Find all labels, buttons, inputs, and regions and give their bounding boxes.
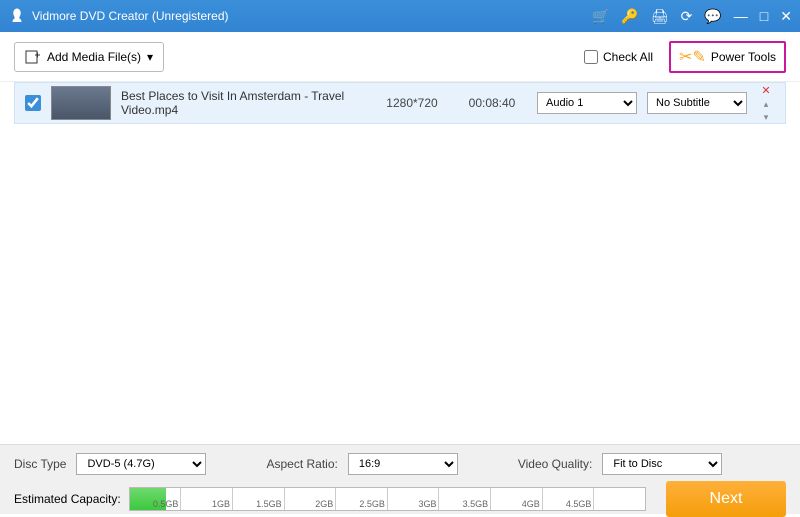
resolution: 1280*720 (377, 96, 447, 110)
key-icon[interactable]: 🔑 (621, 8, 638, 25)
check-all-label: Check All (603, 50, 653, 64)
disc-type-label: Disc Type (14, 457, 66, 471)
subtitle-select[interactable]: No Subtitle (647, 92, 747, 114)
aspect-ratio-select[interactable]: 16:9 (348, 453, 458, 475)
app-logo-icon (8, 7, 26, 25)
duration: 00:08:40 (457, 96, 527, 110)
capacity-ticks: 0.5GB 1GB 1.5GB 2GB 2.5GB 3GB 3.5GB 4GB … (130, 488, 645, 510)
cart-icon[interactable]: 🛒 (592, 8, 609, 25)
add-media-button[interactable]: Add Media File(s) ▾ (14, 42, 164, 72)
feedback-icon[interactable]: 💬 (704, 8, 721, 25)
video-quality-label: Video Quality: (518, 457, 593, 471)
disc-type-select[interactable]: DVD-5 (4.7G) (76, 453, 206, 475)
minimize-icon[interactable]: — (734, 8, 748, 25)
media-list: Best Places to Visit In Amsterdam - Trav… (0, 82, 800, 444)
power-tools-label: Power Tools (711, 50, 776, 64)
move-down-icon[interactable]: ▾ (764, 112, 769, 123)
aspect-ratio-label: Aspect Ratio: (266, 457, 337, 471)
audio-select[interactable]: Audio 1 (537, 92, 637, 114)
check-all-box[interactable] (584, 50, 598, 64)
capacity-bar: 0.5GB 1GB 1.5GB 2GB 2.5GB 3GB 3.5GB 4GB … (129, 487, 646, 511)
video-thumbnail[interactable] (51, 86, 111, 120)
settings-row: Disc Type DVD-5 (4.7G) Aspect Ratio: 16:… (14, 453, 786, 475)
maximize-icon[interactable]: □ (760, 8, 768, 25)
power-tools-button[interactable]: ✂✎ Power Tools (669, 41, 786, 73)
filename: Best Places to Visit In Amsterdam - Trav… (121, 89, 367, 117)
toolbar: Add Media File(s) ▾ Check All ✂✎ Power T… (0, 32, 800, 82)
add-file-icon (25, 49, 41, 65)
dropdown-caret-icon: ▾ (147, 50, 153, 64)
move-up-icon[interactable]: ▴ (764, 99, 769, 110)
check-all[interactable]: Check All (584, 50, 653, 64)
video-quality-select[interactable]: Fit to Disc (602, 453, 722, 475)
app-title: Vidmore DVD Creator (Unregistered) (32, 9, 592, 23)
remove-icon[interactable]: ✕ (761, 84, 770, 97)
close-icon[interactable]: ✕ (780, 8, 792, 25)
tools-icon: ✂✎ (679, 47, 706, 67)
bottom-bar: Disc Type DVD-5 (4.7G) Aspect Ratio: 16:… (0, 444, 800, 514)
next-button[interactable]: Next (666, 481, 786, 517)
titlebar: Vidmore DVD Creator (Unregistered) 🛒 🔑 🖨… (0, 0, 800, 32)
media-row[interactable]: Best Places to Visit In Amsterdam - Trav… (14, 82, 786, 124)
capacity-row: Estimated Capacity: 0.5GB 1GB 1.5GB 2GB … (14, 481, 786, 517)
refresh-icon[interactable]: ⟳ (681, 8, 693, 25)
titlebar-actions: 🛒 🔑 🖨 ⟳ 💬 — □ ✕ (592, 8, 792, 25)
row-checkbox[interactable] (25, 95, 41, 111)
row-controls: ✕ ▴ ▾ (757, 84, 775, 123)
capacity-label: Estimated Capacity: (14, 492, 121, 506)
add-media-label: Add Media File(s) (47, 50, 141, 64)
print-icon[interactable]: 🖨 (651, 8, 669, 25)
